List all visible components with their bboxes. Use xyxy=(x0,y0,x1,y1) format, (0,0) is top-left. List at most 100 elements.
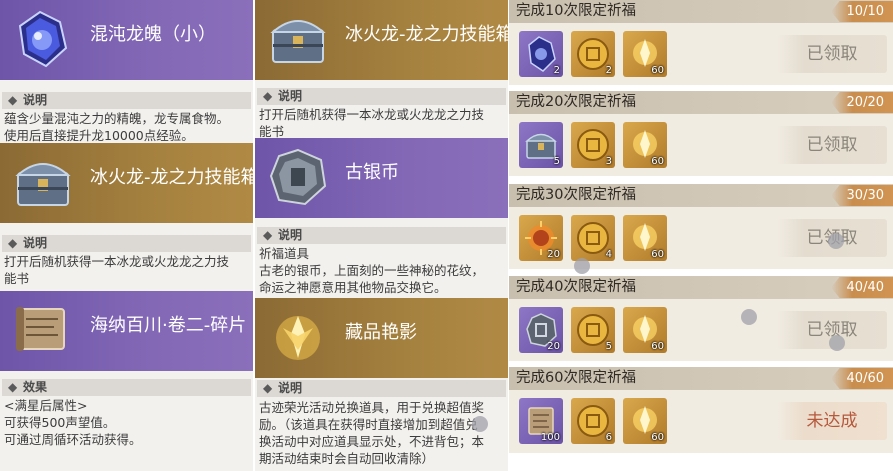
claim-status-button[interactable]: 已领取 xyxy=(777,35,887,73)
diamond-icon: ◆ xyxy=(8,380,18,394)
item-card-header: 古银币 xyxy=(255,138,508,218)
milestone-title: 完成60次限定祈福 xyxy=(516,370,636,386)
reward-qty: 3 xyxy=(605,156,612,167)
reward-slot[interactable]: 60 xyxy=(623,31,667,77)
reward-qty: 60 xyxy=(651,249,664,260)
item-description: 古迹荣光活动兑换道具，用于兑换超值奖 励。（该道具在获得时直接增加到超值兑 换活… xyxy=(259,400,485,466)
reward-slot[interactable]: 60 xyxy=(623,307,667,353)
item-title: 混沌龙魄（小） xyxy=(90,24,216,45)
reward-qty: 20 xyxy=(547,249,560,260)
overlay-marker xyxy=(741,309,757,325)
diamond-icon: ◆ xyxy=(263,228,273,242)
reward-qty: 60 xyxy=(651,341,664,352)
reward-qty: 60 xyxy=(651,65,664,76)
diamond-icon: ◆ xyxy=(8,93,18,107)
skill-chest-icon xyxy=(10,151,76,213)
milestone-rewards: 100 6 60 未达成 xyxy=(509,390,893,453)
reward-qty: 2 xyxy=(605,65,612,76)
milestone-title: 完成30次限定祈福 xyxy=(516,187,636,203)
reward-slot[interactable]: 2 xyxy=(571,31,615,77)
reward-slot[interactable]: 60 xyxy=(623,122,667,168)
reward-slot[interactable]: 4 xyxy=(571,215,615,261)
reward-qty: 60 xyxy=(651,432,664,443)
reward-slot[interactable]: 3 xyxy=(571,122,615,168)
overlay-marker xyxy=(828,233,844,249)
reward-slot[interactable]: 5 xyxy=(519,122,563,168)
reward-slot[interactable]: 20 xyxy=(519,307,563,353)
item-description: 蕴含少量混沌之力的精魄，龙专属食物。 使用后直接提升龙10000点经验。 xyxy=(4,111,230,143)
progress-count: 40/40 xyxy=(831,277,893,298)
milestone-header: 完成40次限定祈福 40/40 xyxy=(509,276,893,299)
section-label: ◆ 效果 xyxy=(2,379,251,396)
reward-slot[interactable]: 5 xyxy=(571,307,615,353)
milestone-header: 完成10次限定祈福 10/10 xyxy=(509,0,893,23)
milestone-rewards: 2 2 60 已领取 xyxy=(509,23,893,85)
overlay-marker xyxy=(574,258,590,274)
item-card-header: 冰火龙-龙之力技能箱 xyxy=(255,0,508,80)
item-card-header: 混沌龙魄（小） xyxy=(0,0,253,80)
reward-slot[interactable]: 100 xyxy=(519,398,563,444)
reward-qty: 5 xyxy=(605,341,612,352)
dragon-soul-icon xyxy=(10,8,76,70)
prayer-milestone-list: 完成10次限定祈福 10/10 2 2 60 已领取 完成20次限定祈福 20/… xyxy=(509,0,893,471)
reward-qty: 4 xyxy=(605,249,612,260)
item-card-collection-relic: 藏品艳影 ◆ 说明 古迹荣光活动兑换道具，用于兑换超值奖 励。（该道具在获得时直接… xyxy=(255,298,508,471)
reward-qty: 100 xyxy=(540,432,560,443)
item-description: 打开后随机获得一本冰龙或火龙龙之力技 能书 xyxy=(4,254,230,286)
progress-count: 20/20 xyxy=(831,92,893,113)
reward-slot[interactable]: 60 xyxy=(623,215,667,261)
reward-qty: 2 xyxy=(553,65,560,76)
item-title: 海纳百川·卷二-碎片 xyxy=(90,315,247,336)
diamond-icon: ◆ xyxy=(263,89,273,103)
diamond-icon: ◆ xyxy=(8,236,18,250)
milestone-header: 完成30次限定祈福 30/30 xyxy=(509,184,893,207)
claim-status-button[interactable]: 未达成 xyxy=(777,402,887,440)
silver-coin-icon xyxy=(265,146,331,208)
milestone-header: 完成60次限定祈福 40/60 xyxy=(509,367,893,390)
milestone-title: 完成20次限定祈福 xyxy=(516,94,636,110)
reward-slot[interactable]: 20 xyxy=(519,215,563,261)
overlay-marker xyxy=(472,416,488,432)
section-label: ◆ 说明 xyxy=(2,235,251,252)
reward-qty: 60 xyxy=(651,156,664,167)
item-description: <满星后属性> 可获得500声望值。 可通过周循环活动获得。 xyxy=(4,398,142,447)
milestone-header: 完成20次限定祈福 20/20 xyxy=(509,91,893,114)
claim-status-button[interactable]: 已领取 xyxy=(777,126,887,164)
milestone-title: 完成40次限定祈福 xyxy=(516,279,636,295)
reward-slot[interactable]: 2 xyxy=(519,31,563,77)
progress-count: 40/60 xyxy=(831,368,893,389)
section-label: ◆ 说明 xyxy=(257,380,506,397)
reward-qty: 5 xyxy=(553,156,560,167)
overlay-marker xyxy=(829,335,845,351)
item-card-skill-chest-top: 冰火龙-龙之力技能箱 ◆ 说明 打开后随机获得一本冰龙或火龙龙之力技 能书 xyxy=(255,0,508,138)
item-description: 祈福道具 古老的银币，上面刻的一些神秘的花纹， 命运之神愿意用其他物品交换它。 xyxy=(259,246,485,295)
reward-qty: 6 xyxy=(605,432,612,443)
skill-chest-icon xyxy=(265,8,331,70)
item-description: 打开后随机获得一本冰龙或火龙龙之力技 能书 xyxy=(259,107,485,138)
milestone-rewards: 20 5 60 已领取 xyxy=(509,299,893,361)
milestone-row: 完成30次限定祈福 30/30 20 4 60 xyxy=(509,184,893,269)
progress-count: 10/10 xyxy=(831,1,893,22)
milestone-row: 完成20次限定祈福 20/20 5 3 60 已领取 xyxy=(509,91,893,176)
milestone-row: 完成10次限定祈福 10/10 2 2 60 已领取 xyxy=(509,0,893,85)
item-card-header: 藏品艳影 xyxy=(255,298,508,378)
milestone-row: 完成60次限定祈福 40/60 100 6 60 未达成 xyxy=(509,367,893,453)
item-card-scroll-fragment: 海纳百川·卷二-碎片 ◆ 效果 <满星后属性> 可获得500声望值。 可通过周循环… xyxy=(0,291,253,471)
reward-slot[interactable]: 6 xyxy=(571,398,615,444)
item-card-silver-coin: 古银币 ◆ 说明 祈福道具 古老的银币，上面刻的一些神秘的花纹， 命运之神愿意用其… xyxy=(255,138,508,298)
item-title: 冰火龙-龙之力技能箱 xyxy=(345,24,508,45)
item-card-dragon-soul: 混沌龙魄（小） ◆ 说明 蕴含少量混沌之力的精魄，龙专属食物。 使用后直接提升龙1… xyxy=(0,0,253,143)
milestone-title: 完成10次限定祈福 xyxy=(516,3,636,19)
reward-slot[interactable]: 60 xyxy=(623,398,667,444)
item-title: 冰火龙-龙之力技能箱 xyxy=(90,167,253,188)
reward-qty: 20 xyxy=(547,341,560,352)
milestone-rewards: 5 3 60 已领取 xyxy=(509,114,893,176)
scroll-fragment-icon xyxy=(10,299,76,361)
radiant-shard-icon xyxy=(265,306,331,368)
item-card-header: 冰火龙-龙之力技能箱 xyxy=(0,143,253,223)
section-label: ◆ 说明 xyxy=(257,88,506,105)
item-card-header: 海纳百川·卷二-碎片 xyxy=(0,291,253,371)
section-label: ◆ 说明 xyxy=(257,227,506,244)
item-card-skill-chest-left: 冰火龙-龙之力技能箱 ◆ 说明 打开后随机获得一本冰龙或火龙龙之力技 能书 xyxy=(0,143,253,291)
diamond-icon: ◆ xyxy=(263,381,273,395)
